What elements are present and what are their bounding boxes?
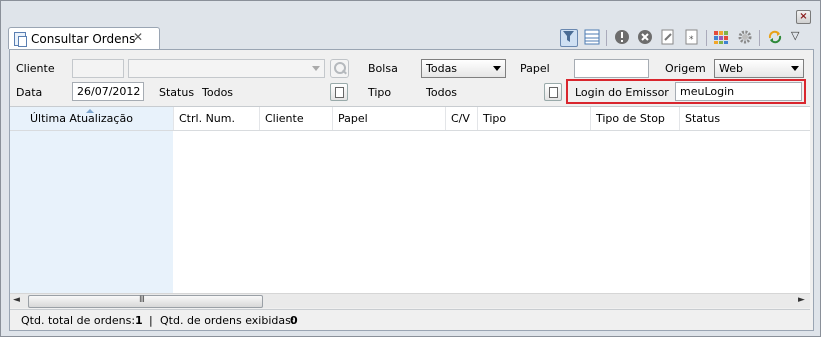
bolsa-value: Todas xyxy=(426,62,458,75)
stop-button[interactable] xyxy=(637,29,653,45)
sorted-column-background xyxy=(10,131,173,293)
view-menu-icon[interactable]: ▽ xyxy=(791,29,807,45)
refresh-icon xyxy=(768,30,782,44)
column-header-ctrl-num[interactable]: Ctrl. Num. xyxy=(174,107,260,130)
filter-button[interactable] xyxy=(560,29,578,47)
close-icon[interactable]: ✕ xyxy=(133,30,143,44)
document-icon xyxy=(661,29,674,45)
grip-icon: III xyxy=(139,295,145,305)
column-header-papel[interactable]: Papel xyxy=(333,107,446,130)
scrollbar-thumb[interactable]: III xyxy=(28,295,263,308)
chevron-down-icon xyxy=(312,66,320,71)
svg-text:*: * xyxy=(689,35,694,45)
gear-icon xyxy=(738,30,752,44)
window-close-button[interactable]: × xyxy=(796,10,811,24)
column-header-tipo-de-stop[interactable]: Tipo de Stop xyxy=(591,107,680,130)
chevron-down-icon xyxy=(791,66,799,71)
highlight-box xyxy=(566,79,806,104)
papel-field[interactable] xyxy=(574,59,649,78)
grid-icon xyxy=(584,29,600,45)
toolbar-separator xyxy=(606,30,607,46)
status-separator: | xyxy=(149,314,153,327)
table-header: Última Atualização Ctrl. Num. Cliente Pa… xyxy=(10,107,810,131)
refresh-button[interactable] xyxy=(767,29,783,45)
scroll-right-icon[interactable]: ► xyxy=(798,295,805,305)
column-header-tipo[interactable]: Tipo xyxy=(478,107,591,130)
tab-label: Consultar Ordens xyxy=(31,32,136,46)
cliente-code-field[interactable] xyxy=(72,59,124,78)
scroll-left-icon[interactable]: ◄ xyxy=(13,295,20,305)
orders-table: Última Atualização Ctrl. Num. Cliente Pa… xyxy=(10,106,810,307)
cliente-name-select[interactable] xyxy=(128,59,325,78)
tipo-value[interactable]: Todos xyxy=(426,86,457,99)
data-label: Data xyxy=(16,86,43,99)
horizontal-scrollbar[interactable]: ◄ III ► xyxy=(10,293,810,308)
search-button[interactable] xyxy=(330,59,349,78)
bolsa-label: Bolsa xyxy=(368,62,398,75)
column-header-cv[interactable]: C/V xyxy=(446,107,478,130)
tab-consultar-ordens[interactable]: Consultar Ordens ✕ xyxy=(8,27,160,49)
filter-icon xyxy=(563,31,574,42)
origem-value: Web xyxy=(719,62,743,75)
toolbar-separator xyxy=(706,30,707,46)
exclamation-button[interactable] xyxy=(614,29,630,45)
column-header-status[interactable]: Status xyxy=(680,107,810,130)
settings-button[interactable] xyxy=(737,29,753,45)
shown-orders-label: Qtd. de ordens exibidas: xyxy=(160,314,295,327)
origem-label: Origem xyxy=(665,62,706,75)
exclamation-icon xyxy=(615,30,629,44)
total-orders-label: Qtd. total de ordens: xyxy=(21,314,136,327)
status-label: Status xyxy=(159,86,195,99)
papel-label: Papel xyxy=(520,62,550,75)
edit-document-button[interactable] xyxy=(660,29,676,45)
color-grid-icon xyxy=(714,31,728,44)
column-header-cliente[interactable]: Cliente xyxy=(260,107,333,130)
tipo-label: Tipo xyxy=(368,86,392,99)
status-bar: Qtd. total de ordens: 1 | Qtd. de ordens… xyxy=(10,309,810,330)
toolbar-separator xyxy=(759,30,760,46)
document-icon xyxy=(14,32,27,47)
origem-select[interactable]: Web xyxy=(714,59,804,78)
status-value[interactable]: Todos xyxy=(202,86,233,99)
data-field[interactable]: 26/07/2012 xyxy=(72,82,144,101)
cliente-label: Cliente xyxy=(16,62,55,75)
tipo-picker-button[interactable] xyxy=(544,83,562,101)
new-document-button[interactable]: * xyxy=(684,29,700,45)
stop-icon xyxy=(638,30,652,44)
document-star-icon: * xyxy=(685,29,698,45)
bolsa-select[interactable]: Todas xyxy=(421,59,506,78)
chevron-down-icon xyxy=(493,66,501,71)
status-picker-button[interactable] xyxy=(330,83,348,101)
columns-button[interactable] xyxy=(713,29,729,45)
total-orders-value: 1 xyxy=(135,314,143,327)
sort-ascending-icon xyxy=(86,109,94,113)
grid-button[interactable] xyxy=(584,29,600,45)
shown-orders-value: 0 xyxy=(290,314,298,327)
